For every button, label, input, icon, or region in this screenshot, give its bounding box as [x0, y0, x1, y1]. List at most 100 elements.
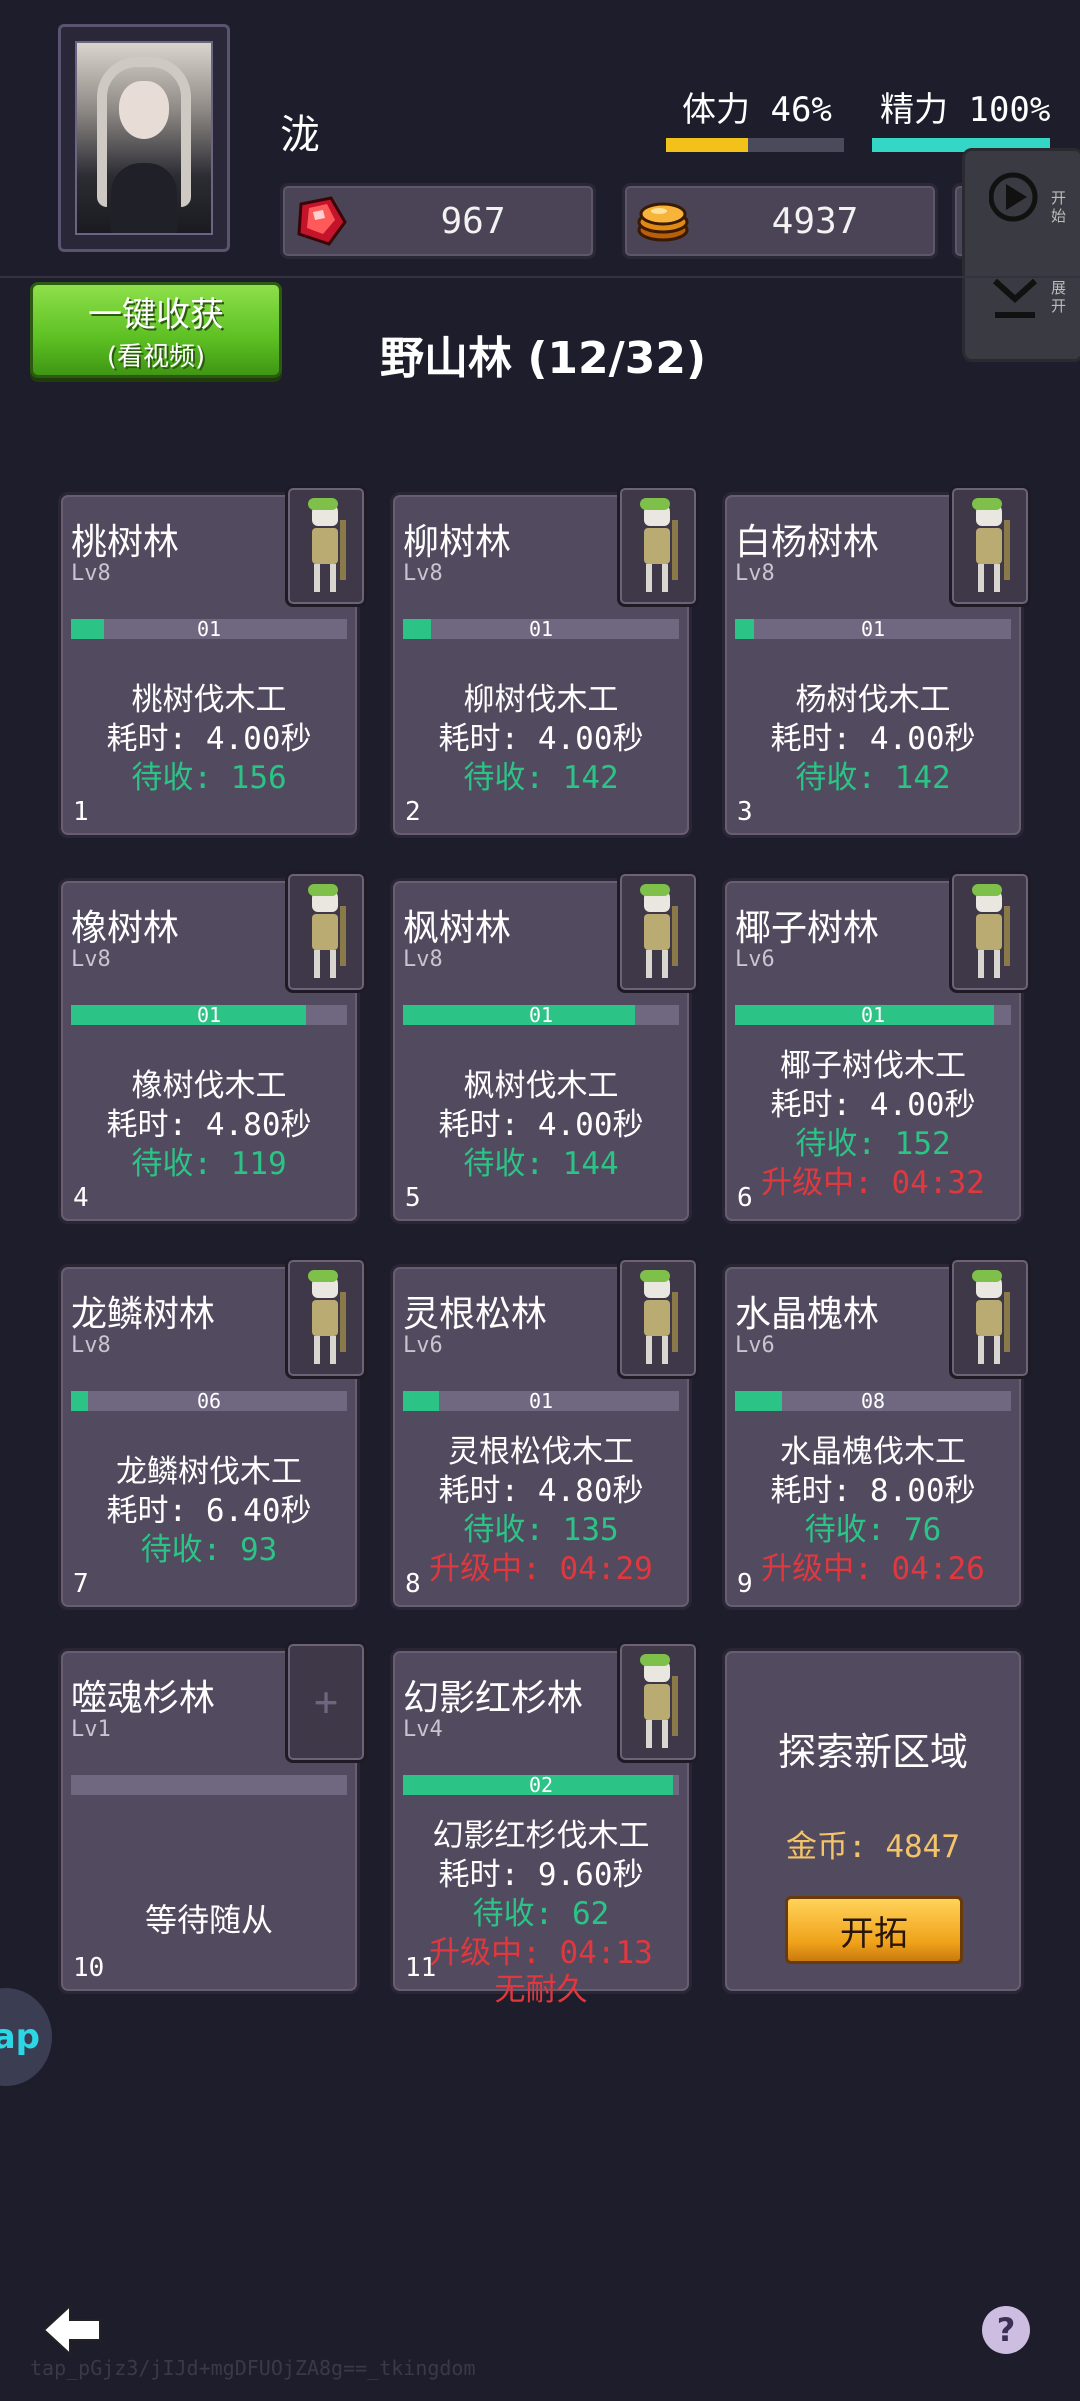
- pending-harvest: 待收: 152: [795, 1126, 951, 1162]
- plot-index: 2: [405, 797, 421, 827]
- harvest-time: 耗时: 4.00秒: [770, 721, 976, 757]
- explore-title: 探索新区域: [777, 1730, 968, 1774]
- plot-name: 水晶槐林: [735, 1294, 880, 1335]
- harvest-time: 耗时: 4.00秒: [438, 1107, 644, 1143]
- forest-plot-card[interactable]: 龙鳞树林 Lv8 06 龙鳞树伐木工 耗时: 6.40秒 待收: 93 7: [58, 1257, 367, 1610]
- worker-avatar[interactable]: [617, 871, 699, 993]
- plot-name: 椰子树林: [735, 908, 880, 949]
- worker-avatar[interactable]: [617, 1257, 699, 1379]
- worker-avatar[interactable]: [949, 871, 1031, 993]
- harvest-time: 耗时: 4.00秒: [770, 1087, 976, 1123]
- plot-name: 灵根松林: [403, 1294, 548, 1335]
- no-durability-warning: 无耐久: [494, 1972, 588, 2008]
- worker-avatar[interactable]: [617, 1641, 699, 1763]
- forest-plot-card[interactable]: 幻影红杉林 Lv4 02 幻影红杉伐木工 耗时: 9.60秒 待收: 62 升级中: 04:…: [390, 1641, 699, 2007]
- forest-plot-card[interactable]: 白杨树林 Lv8 01 杨树伐木工 耗时: 4.00秒 待收: 142 3: [722, 485, 1031, 838]
- plot-name: 柳树林: [403, 522, 512, 563]
- worker-job: 橡树伐木工: [131, 1068, 287, 1104]
- one-click-harvest-button[interactable]: 一键收获 (看视频): [30, 282, 282, 378]
- skeleton-worker-icon: [634, 1270, 682, 1366]
- region-title: 野山林 (12/32): [380, 333, 707, 384]
- forest-plot-card[interactable]: 噬魂杉林 Lv1 + 等待随从 10: [58, 1641, 367, 1994]
- plot-progress-bar: 01: [403, 1003, 679, 1027]
- back-arrow-icon: [42, 2303, 101, 2357]
- coin-counter[interactable]: 4937: [622, 183, 938, 259]
- gem-counter[interactable]: 967: [280, 183, 596, 259]
- pending-harvest: 待收: 144: [463, 1146, 619, 1182]
- add-worker-slot[interactable]: +: [285, 1641, 367, 1763]
- worker-job: 桃树伐木工: [131, 682, 287, 718]
- plot-progress-label: 02: [528, 1773, 554, 1797]
- pending-harvest: 待收: 119: [131, 1146, 287, 1182]
- worker-avatar[interactable]: [949, 485, 1031, 607]
- skeleton-worker-icon: [302, 498, 350, 594]
- plot-progress-label: 01: [528, 1389, 554, 1413]
- worker-job: 杨树伐木工: [795, 682, 951, 718]
- expand-button[interactable]: [989, 271, 1041, 331]
- plot-index: 3: [737, 797, 753, 827]
- plot-index: 1: [73, 797, 89, 827]
- skeleton-worker-icon: [634, 884, 682, 980]
- plot-index: 4: [73, 1183, 89, 1213]
- worker-job: 柳树伐木工: [463, 682, 619, 718]
- pending-harvest: 待收: 62: [472, 1896, 610, 1932]
- harvest-time: 耗时: 4.80秒: [106, 1107, 312, 1143]
- auto-start-button[interactable]: [988, 171, 1041, 227]
- player-portrait[interactable]: [58, 24, 230, 252]
- plot-index: 5: [405, 1183, 421, 1213]
- plot-name: 橡树林: [71, 908, 180, 949]
- skeleton-worker-icon: [966, 1270, 1014, 1366]
- worker-avatar[interactable]: [285, 1257, 367, 1379]
- plot-level: Lv4: [403, 1717, 443, 1742]
- pending-harvest: 待收: 142: [795, 760, 951, 796]
- harvest-time: 耗时: 8.00秒: [770, 1473, 976, 1509]
- forest-plot-card[interactable]: 椰子树林 Lv6 01 椰子树伐木工 耗时: 4.00秒 待收: 152 升级中: 04:3…: [722, 871, 1031, 1224]
- worker-avatar[interactable]: [949, 1257, 1031, 1379]
- worker-job: 水晶槐伐木工: [780, 1434, 966, 1470]
- forest-plot-card[interactable]: 柳树林 Lv8 01 柳树伐木工 耗时: 4.00秒 待收: 142 2: [390, 485, 699, 838]
- side-panel: 开始 展开: [962, 148, 1080, 362]
- back-button[interactable]: [40, 2300, 106, 2360]
- plot-progress-bar: [71, 1775, 347, 1795]
- plot-index: 6: [737, 1183, 753, 1213]
- help-button[interactable]: ?: [982, 2306, 1030, 2354]
- upgrade-timer: 升级中: 04:13: [429, 1935, 653, 1971]
- forest-plot-card[interactable]: 橡树林 Lv8 01 橡树伐木工 耗时: 4.80秒 待收: 119 4: [58, 871, 367, 1224]
- chevron-down-icon: [992, 278, 1038, 318]
- skeleton-worker-icon: [302, 884, 350, 980]
- forest-plot-card[interactable]: 灵根松林 Lv6 01 灵根松伐木工 耗时: 4.80秒 待收: 135 升级中: 04:2…: [390, 1257, 699, 1610]
- worker-avatar[interactable]: [285, 871, 367, 993]
- expand-territory-button[interactable]: 开拓: [785, 1896, 963, 1964]
- forest-plot-card[interactable]: 桃树林 Lv8 01 桃树伐木工 耗时: 4.00秒 待收: 156 1: [58, 485, 367, 838]
- plot-progress-label: 01: [196, 1003, 222, 1027]
- worker-avatar[interactable]: [285, 485, 367, 607]
- plot-progress-bar: 06: [71, 1389, 347, 1413]
- forest-plot-card[interactable]: 枫树林 Lv8 01 枫树伐木工 耗时: 4.00秒 待收: 144 5: [390, 871, 699, 1224]
- plot-index: 11: [405, 1953, 437, 1983]
- plot-name: 噬魂杉林: [71, 1678, 216, 1719]
- skeleton-worker-icon: [966, 498, 1014, 594]
- plot-progress-bar: 02: [403, 1773, 679, 1797]
- worker-job: 枫树伐木工: [463, 1068, 619, 1104]
- pending-harvest: 待收: 156: [131, 760, 287, 796]
- plot-level: Lv8: [71, 947, 111, 972]
- plot-name: 幻影红杉林: [403, 1678, 584, 1719]
- start-label: 开始: [1051, 189, 1067, 225]
- plus-icon: +: [313, 1679, 339, 1725]
- plot-name: 龙鳞树林: [71, 1294, 216, 1335]
- worker-avatar[interactable]: [617, 485, 699, 607]
- plot-level: Lv6: [735, 947, 775, 972]
- coin-count: 4937: [771, 200, 859, 242]
- harvest-button-sublabel: (看视频): [106, 342, 206, 372]
- worker-job: 椰子树伐木工: [780, 1048, 966, 1084]
- skeleton-worker-icon: [634, 498, 682, 594]
- skeleton-worker-icon: [966, 884, 1014, 980]
- gem-count: 967: [440, 200, 506, 242]
- character-portrait-image: [75, 41, 213, 235]
- plot-level: Lv8: [403, 561, 443, 586]
- floating-assistant-bubble[interactable]: ap: [0, 1988, 52, 2086]
- plot-level: Lv8: [403, 947, 443, 972]
- forest-plot-card[interactable]: 水晶槐林 Lv6 08 水晶槐伐木工 耗时: 8.00秒 待收: 76 升级中: 04:26…: [722, 1257, 1031, 1610]
- worker-job: 龙鳞树伐木工: [116, 1454, 302, 1490]
- plot-progress-bar: 01: [735, 1003, 1011, 1027]
